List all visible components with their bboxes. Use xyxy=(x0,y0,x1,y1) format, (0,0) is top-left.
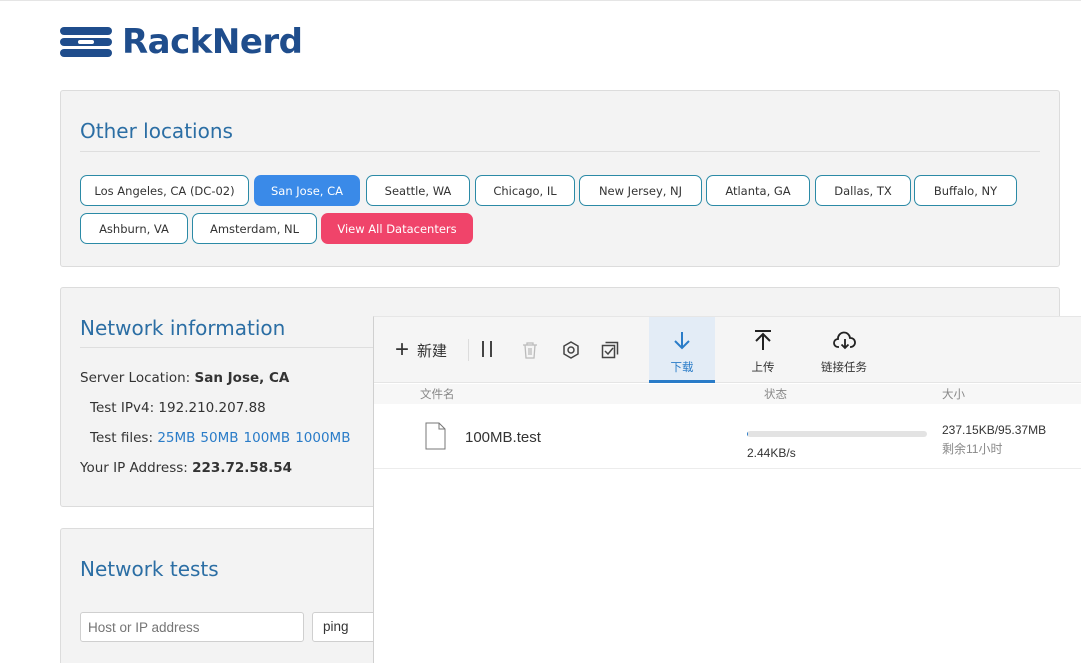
racknerd-logo[interactable]: RackNerd xyxy=(60,22,303,62)
other-locations-panel: Other locations Los Angeles, CA (DC-02) … xyxy=(60,90,1060,267)
tab-upload-label: 上传 xyxy=(751,362,775,374)
view-all-datacenters-button[interactable]: View All Datacenters xyxy=(321,213,473,244)
upload-arrow-icon xyxy=(755,330,771,350)
download-arrow-icon xyxy=(674,332,690,350)
cloud-download-icon xyxy=(833,331,856,350)
test-ipv4-label: Test IPv4: xyxy=(90,400,155,416)
download-row[interactable]: 100MB.test 2.44KB/s 237.15KB/95.37MB 剩余1… xyxy=(374,405,1081,469)
location-button-buffalo[interactable]: Buffalo, NY xyxy=(914,175,1017,206)
server-location-label: Server Location: xyxy=(80,370,191,386)
toolbar-divider xyxy=(468,339,469,361)
download-manager-toolbar: + 新建 下载 上传 链接任务 xyxy=(374,317,1081,383)
location-button-dallas[interactable]: Dallas, TX xyxy=(815,175,911,206)
brand-name: RackNerd xyxy=(122,22,303,62)
network-information-title: Network information xyxy=(80,316,286,340)
location-button-san-jose[interactable]: San Jose, CA xyxy=(254,175,360,206)
server-location-value: San Jose, CA xyxy=(194,370,290,386)
other-locations-title: Other locations xyxy=(80,119,233,143)
settings-icon[interactable] xyxy=(561,340,581,360)
test-files-label: Test files: xyxy=(90,430,154,446)
file-icon xyxy=(425,422,446,450)
new-task-button[interactable]: + 新建 xyxy=(395,338,447,362)
location-button-chicago[interactable]: Chicago, IL xyxy=(475,175,575,206)
delete-icon[interactable] xyxy=(521,341,539,359)
download-list-header: 文件名 状态 大小 xyxy=(374,384,1081,404)
download-progress-bar xyxy=(747,431,927,437)
your-ip-line: Your IP Address: 223.72.58.54 xyxy=(80,460,292,476)
test-file-link-50mb[interactable]: 50MB xyxy=(200,430,238,446)
test-files-line: Test files: 25MB 50MB 100MB 1000MB xyxy=(90,430,355,446)
tab-download-label: 下载 xyxy=(670,362,694,374)
divider xyxy=(80,347,379,348)
your-ip-value: 223.72.58.54 xyxy=(192,460,293,476)
download-progress-fill xyxy=(747,431,749,437)
download-file-name: 100MB.test xyxy=(465,429,541,446)
test-ipv4-line: Test IPv4: 192.210.207.88 xyxy=(90,400,266,416)
column-header-status[interactable]: 状态 xyxy=(764,386,787,402)
test-method-select[interactable]: ping xyxy=(312,612,382,642)
location-button-ashburn[interactable]: Ashburn, VA xyxy=(80,213,188,244)
tab-link-tasks-label: 链接任务 xyxy=(821,362,867,374)
top-border xyxy=(0,0,1081,3)
divider xyxy=(80,151,1040,152)
your-ip-label: Your IP Address: xyxy=(80,460,188,476)
test-ipv4-value: 192.210.207.88 xyxy=(158,400,266,416)
location-button-atlanta[interactable]: Atlanta, GA xyxy=(706,175,810,206)
server-location-line: Server Location: San Jose, CA xyxy=(80,370,289,386)
test-file-link-100mb[interactable]: 100MB xyxy=(244,430,291,446)
tab-upload[interactable]: 上传 xyxy=(730,317,796,383)
racknerd-logo-icon xyxy=(60,22,112,62)
download-manager-window: + 新建 下载 上传 链接任务 文件名 状态 大小 100MB.test 2.4… xyxy=(373,316,1081,663)
download-size: 237.15KB/95.37MB xyxy=(942,423,1047,437)
column-header-size[interactable]: 大小 xyxy=(942,386,965,402)
network-tests-title: Network tests xyxy=(80,557,219,581)
test-file-link-25mb[interactable]: 25MB xyxy=(157,430,195,446)
download-time-remaining: 剩余11小时 xyxy=(942,442,1003,456)
plus-icon: + xyxy=(395,336,410,363)
location-button-amsterdam[interactable]: Amsterdam, NL xyxy=(192,213,317,244)
location-button-los-angeles[interactable]: Los Angeles, CA (DC-02) xyxy=(80,175,249,206)
location-button-new-jersey[interactable]: New Jersey, NJ xyxy=(579,175,702,206)
location-button-seattle[interactable]: Seattle, WA xyxy=(366,175,470,206)
host-input[interactable] xyxy=(80,612,304,642)
select-all-icon[interactable] xyxy=(600,340,620,360)
pause-icon[interactable] xyxy=(482,340,498,358)
tab-download[interactable]: 下载 xyxy=(649,317,715,383)
new-task-label: 新建 xyxy=(417,342,448,360)
column-header-name[interactable]: 文件名 xyxy=(420,386,455,402)
download-speed: 2.44KB/s xyxy=(747,446,796,460)
test-file-link-1000mb[interactable]: 1000MB xyxy=(295,430,350,446)
tab-link-tasks[interactable]: 链接任务 xyxy=(811,317,877,383)
